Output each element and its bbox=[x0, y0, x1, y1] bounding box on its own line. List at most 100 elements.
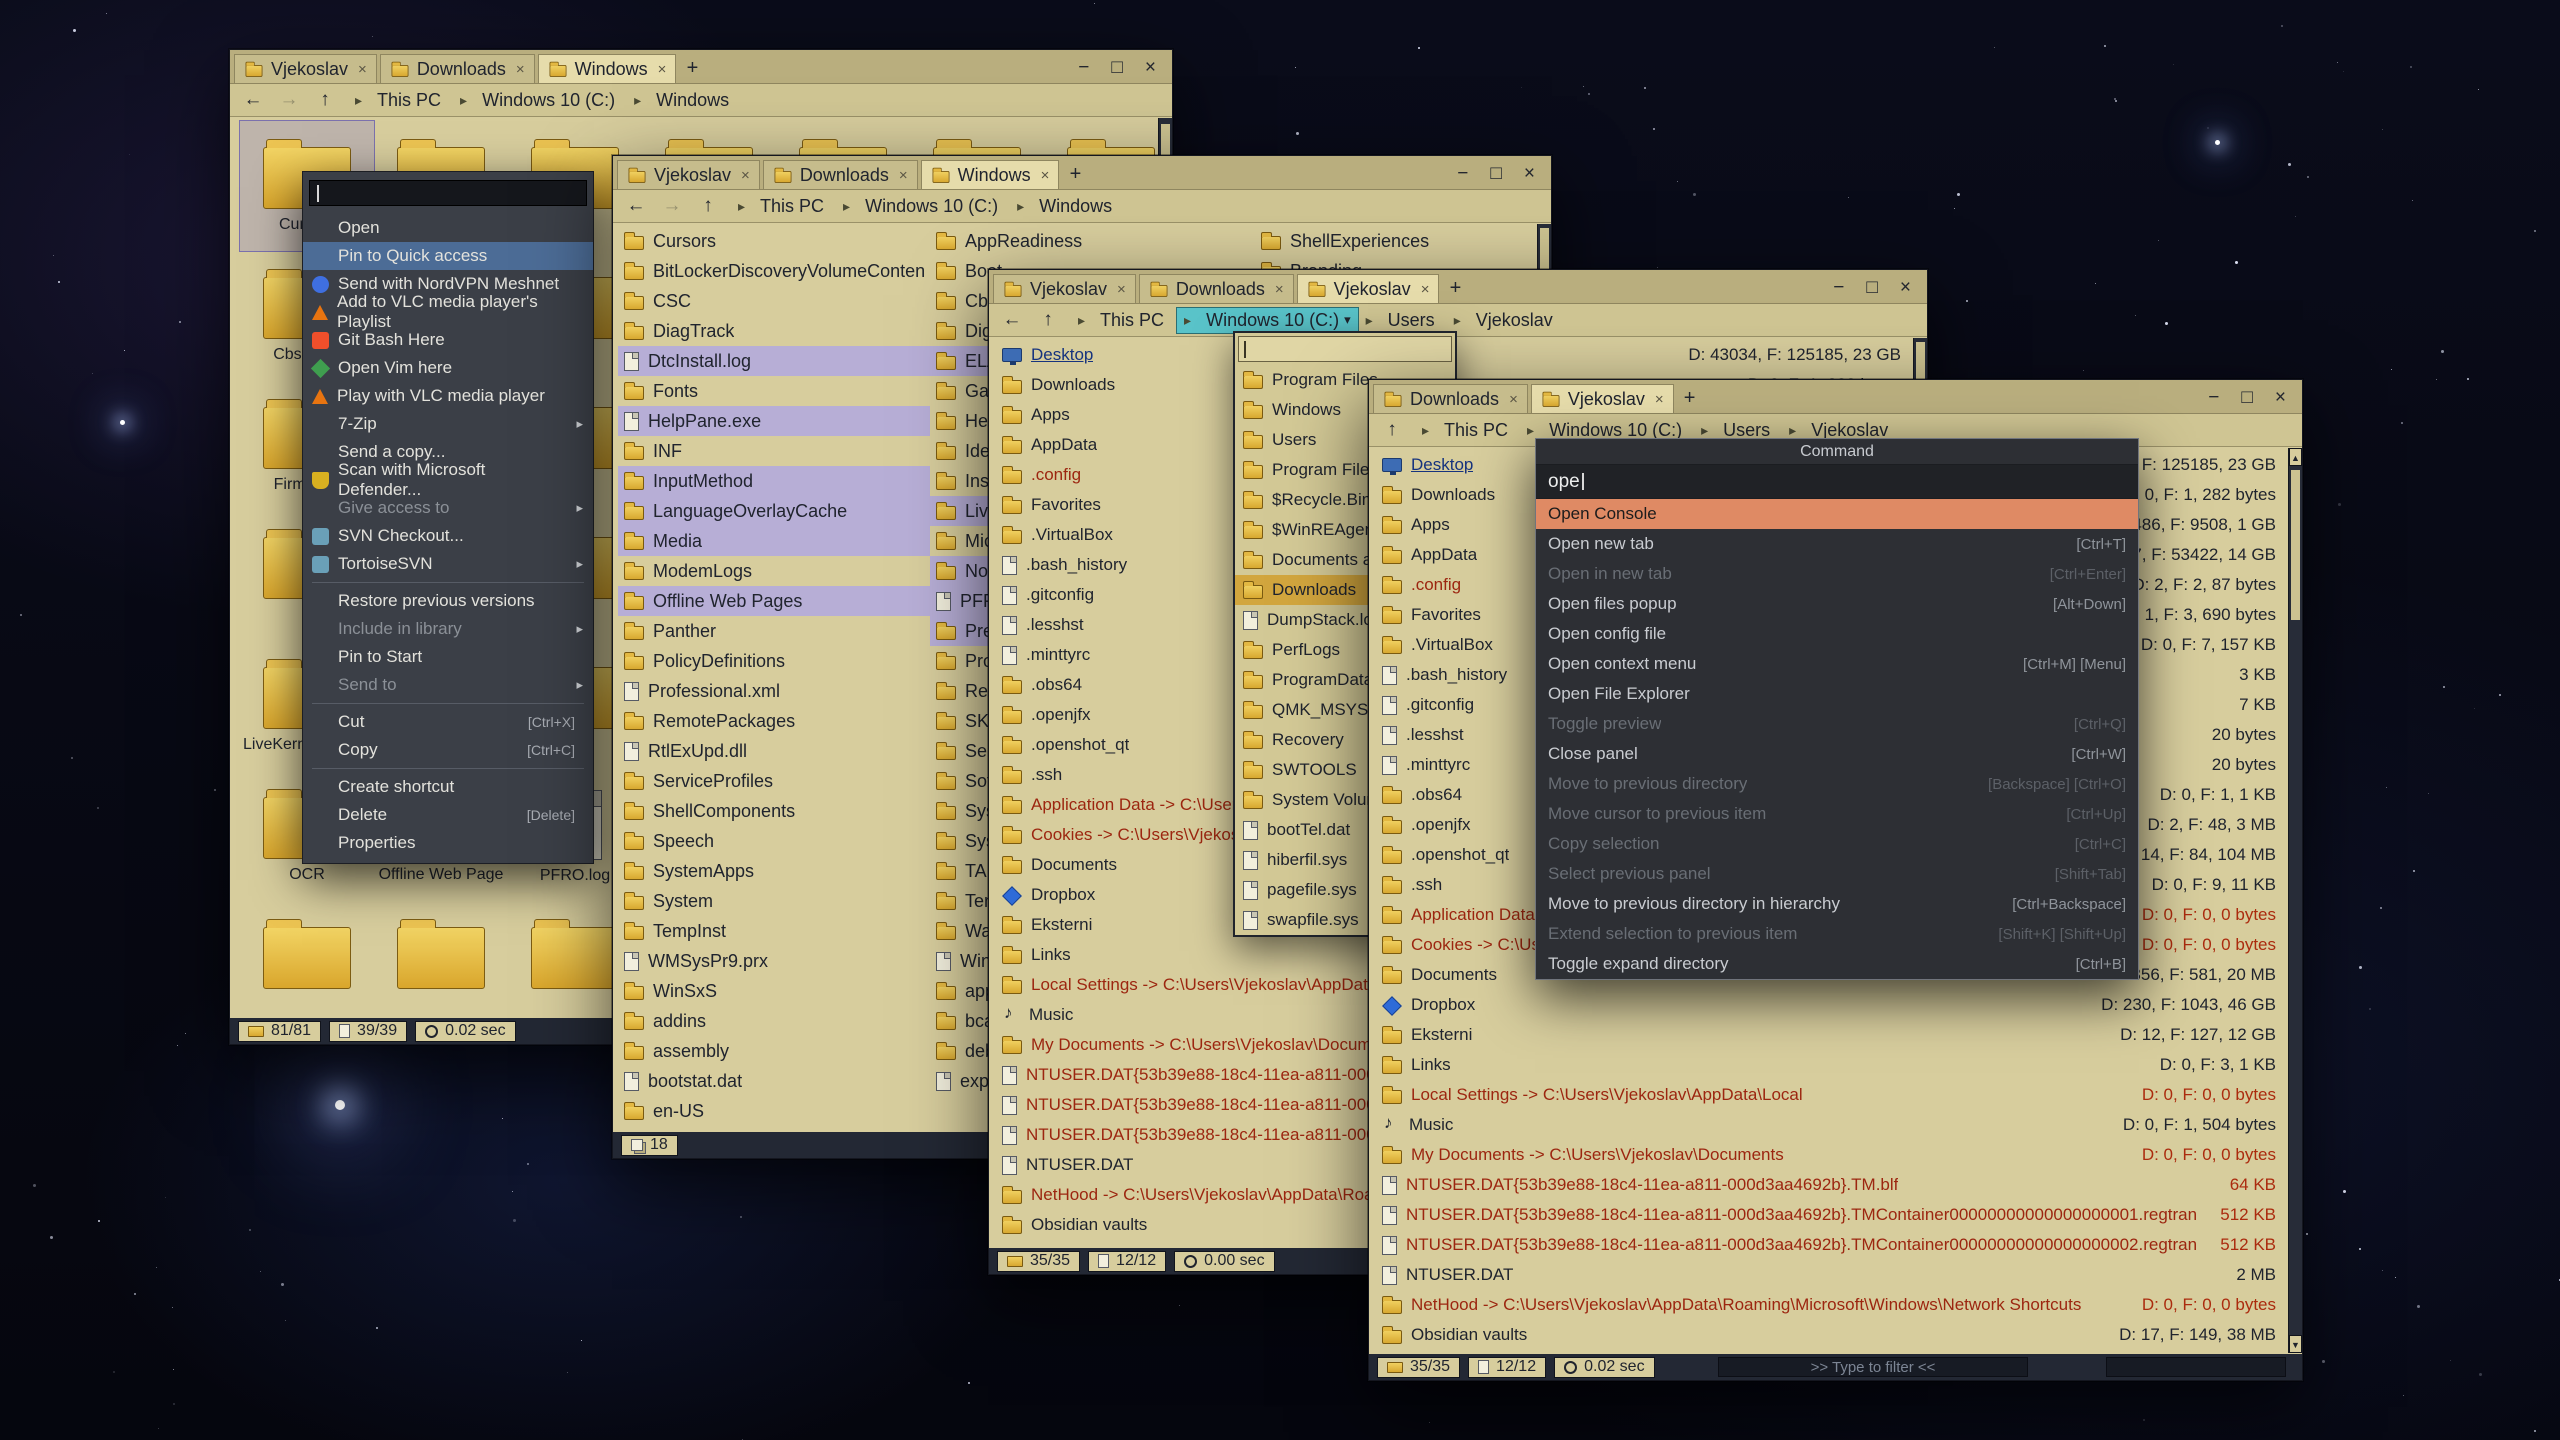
new-tab-button[interactable]: + bbox=[679, 55, 705, 81]
file-row[interactable]: Obsidian vaults D: 17, F: 149, 38 MB bbox=[1372, 1320, 2286, 1350]
file-row[interactable]: Media bbox=[618, 526, 930, 556]
context-menu-item[interactable]: Add to VLC media player's Playlist bbox=[303, 298, 593, 326]
context-menu-filter-input[interactable] bbox=[309, 180, 587, 206]
command-item[interactable]: Toggle expand directory [Ctrl+B] bbox=[1536, 949, 2138, 979]
titlebar[interactable]: Vjekoslav × Downloads × Vjekoslav × + − … bbox=[989, 270, 1927, 304]
up-button[interactable]: ↑ bbox=[1035, 309, 1061, 331]
breadcrumb-item[interactable]: Windows 10 (C:)▾ bbox=[1176, 307, 1359, 334]
file-row[interactable]: Offline Web Pages bbox=[618, 586, 930, 616]
up-button[interactable]: ↑ bbox=[695, 195, 721, 217]
close-button[interactable]: × bbox=[1524, 163, 1535, 185]
file-row[interactable]: SystemApps bbox=[618, 856, 930, 886]
grid-item[interactable] bbox=[374, 901, 508, 1018]
tab[interactable]: Downloads × bbox=[380, 54, 535, 83]
tab[interactable]: Vjekoslav × bbox=[1531, 384, 1674, 413]
file-row[interactable]: Professional.xml bbox=[618, 676, 930, 706]
back-button[interactable]: ← bbox=[623, 195, 649, 217]
command-item[interactable]: Open files popup [Alt+Down] bbox=[1536, 589, 2138, 619]
file-row[interactable]: RtlExUpd.dll bbox=[618, 736, 930, 766]
file-row[interactable]: ServiceProfiles bbox=[618, 766, 930, 796]
tab-close-icon[interactable]: × bbox=[1275, 281, 1284, 298]
context-menu-item[interactable]: Open bbox=[303, 214, 593, 242]
context-menu-item[interactable] bbox=[312, 768, 584, 769]
file-row[interactable]: InputMethod bbox=[618, 466, 930, 496]
context-menu-item[interactable]: Copy [Ctrl+C] bbox=[303, 736, 593, 764]
forward-button[interactable]: → bbox=[659, 195, 685, 217]
command-item[interactable]: Toggle preview [Ctrl+Q] bbox=[1536, 709, 2138, 739]
tab[interactable]: Downloads × bbox=[1373, 384, 1528, 413]
command-item[interactable]: Move to previous directory [Backspace] [… bbox=[1536, 769, 2138, 799]
file-row[interactable]: NTUSER.DAT 2 MB bbox=[1372, 1260, 2286, 1290]
context-menu-item[interactable]: Pin to Quick access bbox=[303, 242, 593, 270]
tab[interactable]: Downloads × bbox=[763, 160, 918, 189]
back-button[interactable]: ← bbox=[999, 309, 1025, 331]
breadcrumb-item[interactable]: This PC bbox=[348, 88, 453, 113]
command-item[interactable]: Copy selection [Ctrl+C] bbox=[1536, 829, 2138, 859]
tab-close-icon[interactable]: × bbox=[741, 167, 750, 184]
titlebar[interactable]: Vjekoslav × Downloads × Windows × + − □ … bbox=[613, 156, 1551, 190]
back-button[interactable]: ← bbox=[240, 89, 266, 111]
file-row[interactable]: NTUSER.DAT{53b39e88-18c4-11ea-a811-000d3… bbox=[1372, 1200, 2286, 1230]
close-button[interactable]: × bbox=[1900, 277, 1911, 299]
command-item[interactable]: Open Console bbox=[1536, 499, 2138, 529]
file-row[interactable]: DtcInstall.log bbox=[618, 346, 930, 376]
tab-close-icon[interactable]: × bbox=[1655, 391, 1664, 408]
context-menu-item[interactable]: SVN Checkout... bbox=[303, 522, 593, 550]
file-row[interactable]: Eksterni D: 12, F: 127, 12 GB bbox=[1372, 1020, 2286, 1050]
file-row[interactable]: Fonts bbox=[618, 376, 930, 406]
new-tab-button[interactable]: + bbox=[1677, 385, 1703, 411]
file-row[interactable]: NTUSER.DAT{53b39e88-18c4-11ea-a811-000d3… bbox=[1372, 1230, 2286, 1260]
up-button[interactable]: ↑ bbox=[312, 89, 338, 111]
file-row[interactable]: Speech bbox=[618, 826, 930, 856]
file-row[interactable]: INF bbox=[618, 436, 930, 466]
context-menu-item[interactable]: Scan with Microsoft Defender... bbox=[303, 466, 593, 494]
tab-close-icon[interactable]: × bbox=[899, 167, 908, 184]
minimize-button[interactable]: − bbox=[1833, 277, 1844, 299]
file-row[interactable]: bootstat.dat bbox=[618, 1066, 930, 1096]
file-row[interactable]: System bbox=[618, 886, 930, 916]
file-row[interactable]: ShellComponents bbox=[618, 796, 930, 826]
context-menu-item[interactable]: Restore previous versions bbox=[303, 587, 593, 615]
minimize-button[interactable]: − bbox=[1457, 163, 1468, 185]
file-row[interactable]: TempInst bbox=[618, 916, 930, 946]
maximize-button[interactable]: □ bbox=[1111, 57, 1122, 79]
file-row[interactable]: DiagTrack bbox=[618, 316, 930, 346]
close-button[interactable]: × bbox=[2275, 387, 2286, 409]
maximize-button[interactable]: □ bbox=[1490, 163, 1501, 185]
file-row[interactable]: BitLockerDiscoveryVolumeContents bbox=[618, 256, 930, 286]
command-item[interactable]: Extend selection to previous item [Shift… bbox=[1536, 919, 2138, 949]
command-item[interactable]: Open config file bbox=[1536, 619, 2138, 649]
context-menu-item[interactable]: Open Vim here bbox=[303, 354, 593, 382]
file-row[interactable]: AppReadiness bbox=[930, 226, 1255, 256]
file-row[interactable]: Links D: 0, F: 3, 1 KB bbox=[1372, 1050, 2286, 1080]
context-menu-item[interactable]: Include in library ▸ bbox=[303, 615, 593, 643]
tab-close-icon[interactable]: × bbox=[516, 61, 525, 78]
close-button[interactable]: × bbox=[1145, 57, 1156, 79]
minimize-button[interactable]: − bbox=[2208, 387, 2219, 409]
file-row[interactable]: NetHood -> C:\Users\Vjekoslav\AppData\Ro… bbox=[1372, 1290, 2286, 1320]
titlebar[interactable]: Downloads × Vjekoslav × + − □ × bbox=[1369, 380, 2302, 414]
file-row[interactable]: NTUSER.DAT{53b39e88-18c4-11ea-a811-000d3… bbox=[1372, 1170, 2286, 1200]
breadcrumb-item[interactable]: Windows 10 (C:) bbox=[453, 88, 627, 113]
context-menu-item[interactable]: TortoiseSVN ▸ bbox=[303, 550, 593, 578]
context-menu-item[interactable] bbox=[312, 582, 584, 583]
command-item[interactable]: Close panel [Ctrl+W] bbox=[1536, 739, 2138, 769]
file-row[interactable]: PolicyDefinitions bbox=[618, 646, 930, 676]
context-menu-item[interactable]: Create shortcut bbox=[303, 773, 593, 801]
up-button[interactable]: ↑ bbox=[1379, 419, 1405, 441]
tab[interactable]: Windows × bbox=[921, 160, 1060, 189]
file-row[interactable]: Cursors bbox=[618, 226, 930, 256]
file-row[interactable]: assembly bbox=[618, 1036, 930, 1066]
breadcrumb-item[interactable]: Users bbox=[1359, 308, 1447, 333]
command-item[interactable]: Open new tab [Ctrl+T] bbox=[1536, 529, 2138, 559]
file-row[interactable]: WMSysPr9.prx bbox=[618, 946, 930, 976]
command-item[interactable]: Select previous panel [Shift+Tab] bbox=[1536, 859, 2138, 889]
file-row[interactable]: WinSxS bbox=[618, 976, 930, 1006]
command-item[interactable]: Move to previous directory in hierarchy … bbox=[1536, 889, 2138, 919]
breadcrumb-item[interactable]: Windows 10 (C:) bbox=[836, 194, 1010, 219]
file-row[interactable]: Local Settings -> C:\Users\Vjekoslav\App… bbox=[1372, 1080, 2286, 1110]
context-menu-item[interactable]: Pin to Start bbox=[303, 643, 593, 671]
tab-close-icon[interactable]: × bbox=[658, 61, 667, 78]
context-menu-item[interactable]: Properties bbox=[303, 829, 593, 857]
context-menu-item[interactable]: 7-Zip ▸ bbox=[303, 410, 593, 438]
